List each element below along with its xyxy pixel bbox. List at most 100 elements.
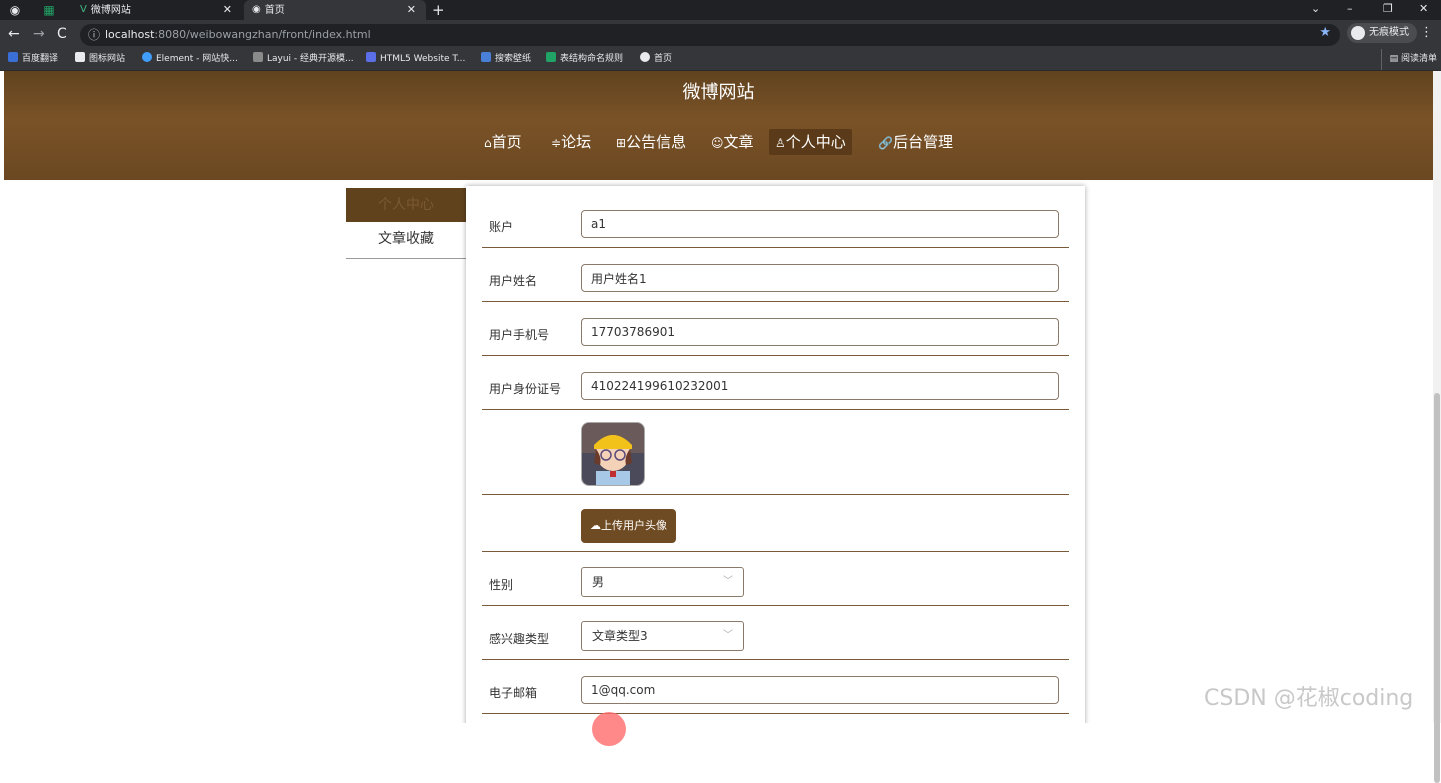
bookmark-item[interactable]: Element - 网站快...: [142, 49, 238, 70]
nav-announcements[interactable]: ⊞公告信息: [610, 129, 692, 155]
info-icon[interactable]: ⓘ: [88, 26, 100, 43]
scrollbar-thumb[interactable]: [1434, 393, 1440, 783]
interest-select[interactable]: 文章类型3 ﹀: [581, 621, 744, 651]
bookmark-label: 百度翻译: [22, 54, 59, 64]
sidebar-item-personal-center[interactable]: 个人中心: [346, 188, 466, 222]
bookmark-label: Element - 网站快...: [156, 54, 238, 64]
gender-select[interactable]: 男 ﹀: [581, 567, 744, 597]
chevron-down-icon: ﹀: [723, 630, 733, 641]
sidebar: 个人中心 文章收藏: [346, 188, 466, 259]
interest-value: 文章类型3: [592, 629, 648, 643]
reload-button[interactable]: C: [57, 25, 67, 43]
sidebar-item-article-favorites[interactable]: 文章收藏: [346, 222, 466, 256]
nav-articles[interactable]: ☺文章: [705, 129, 760, 155]
forward-button[interactable]: →: [33, 25, 45, 43]
globe-icon[interactable]: ◉: [6, 1, 24, 19]
minimize-button[interactable]: –: [1347, 2, 1353, 15]
restore-button[interactable]: ❐: [1383, 2, 1393, 15]
url-text[interactable]: localhost:8080/weibowangzhan/front/index…: [105, 28, 371, 41]
site-header: 微博网站 ⌂首页 ≑论坛 ⊞公告信息 ☺文章 ♙个人中心 🔗后台管理: [4, 71, 1433, 180]
name-label: 用户姓名: [489, 274, 538, 288]
vue-icon: V: [80, 4, 87, 15]
tab-search-icon[interactable]: ⌄: [1311, 2, 1320, 15]
back-button[interactable]: ←: [8, 25, 20, 43]
nav-label: 论坛: [561, 133, 592, 151]
globe-icon: ◉: [252, 4, 261, 15]
tab-weibo[interactable]: V 微博网站 ✕: [72, 0, 242, 20]
upload-avatar-label: 上传用户头像: [601, 519, 667, 532]
email-input[interactable]: [581, 676, 1059, 704]
upload-avatar-button[interactable]: ☁上传用户头像: [581, 509, 676, 543]
nav-label: 首页: [491, 133, 522, 151]
element-icon: [142, 52, 152, 62]
form-row-avatar: [482, 410, 1069, 495]
form-row-email: 电子邮箱: [482, 660, 1069, 714]
wallpaper-icon: [481, 52, 491, 62]
site-title: 微博网站: [682, 82, 755, 103]
tab-home[interactable]: ◉ 首页 ✕: [244, 0, 426, 20]
idcard-input[interactable]: [581, 372, 1059, 400]
new-tab-button[interactable]: +: [432, 0, 445, 20]
window-controls: ⌄ – ❐ ✕: [1311, 0, 1441, 20]
page-scrollbar[interactable]: [1433, 71, 1441, 783]
bookmark-item[interactable]: 首页: [640, 49, 672, 70]
address-bar[interactable]: ⓘ localhost:8080/weibowangzhan/front/ind…: [80, 24, 1340, 46]
incognito-badge[interactable]: 无痕模式: [1347, 23, 1417, 43]
globe-icon: [640, 52, 650, 62]
profile-form: 账户 用户姓名 用户手机号 用户身份证号: [466, 186, 1085, 723]
nav-home[interactable]: ⌂首页: [478, 129, 528, 155]
menu-kebab-icon[interactable]: ⋮: [1420, 25, 1433, 40]
nav-label: 后台管理: [892, 133, 953, 151]
account-label: 账户: [489, 220, 514, 234]
close-tab-icon[interactable]: ✕: [407, 0, 416, 20]
form-row-name: 用户姓名: [482, 248, 1069, 302]
user-icon: ♙: [775, 136, 786, 150]
bookmarks-bar: 百度翻译 图标网站 Element - 网站快... Layui - 经典开源模…: [0, 49, 1441, 71]
browser-toolbar: ← → C ⓘ localhost:8080/weibowangzhan/fro…: [0, 20, 1441, 49]
nav-admin[interactable]: 🔗后台管理: [872, 129, 959, 155]
bookmark-item[interactable]: 搜索壁纸: [481, 49, 531, 70]
watermark: CSDN @花椒coding: [1204, 686, 1414, 711]
home-icon: ⌂: [484, 136, 492, 150]
article-icon: ☺: [711, 136, 724, 150]
bookmark-label: 首页: [654, 54, 673, 64]
name-input[interactable]: [581, 264, 1059, 292]
bookmark-icon: [8, 52, 18, 62]
bookmark-item[interactable]: 表结构命名规则: [546, 49, 623, 70]
flag-icon: [75, 52, 85, 62]
reading-list-button[interactable]: ▤ 阅读清单: [1380, 49, 1437, 70]
html5-icon: [366, 52, 376, 62]
bookmark-item[interactable]: HTML5 Website T...: [366, 49, 465, 70]
form-row-phone: 用户手机号: [482, 302, 1069, 356]
email-label: 电子邮箱: [489, 686, 538, 700]
account-input[interactable]: [581, 210, 1059, 238]
avatar: [581, 422, 645, 486]
close-tab-icon[interactable]: ✕: [223, 0, 232, 20]
cloud-upload-icon: ☁: [590, 519, 601, 532]
sidebar-divider: [346, 258, 466, 259]
bookmark-label: 表结构命名规则: [560, 54, 624, 64]
incognito-icon: [1351, 26, 1365, 40]
bookmark-item[interactable]: 图标网站: [75, 49, 125, 70]
gender-value: 男: [592, 575, 605, 589]
close-window-button[interactable]: ✕: [1419, 2, 1428, 15]
reading-list-label: 阅读清单: [1400, 54, 1437, 64]
url-host: localhost: [105, 28, 155, 41]
bookmark-item[interactable]: Layui - 经典开源模...: [253, 49, 354, 70]
spreadsheet-tab-icon[interactable]: ▦: [40, 1, 58, 19]
announcement-icon: ⊞: [616, 136, 627, 150]
phone-input[interactable]: [581, 318, 1059, 346]
sheet-icon: [546, 52, 556, 62]
bookmark-label: HTML5 Website T...: [380, 54, 466, 64]
form-row-idcard: 用户身份证号: [482, 356, 1069, 410]
nav-label: 个人中心: [785, 133, 846, 151]
chevron-down-icon: ﹀: [723, 576, 733, 587]
phone-label: 用户手机号: [489, 328, 550, 342]
nav-forum[interactable]: ≑论坛: [545, 129, 597, 155]
avatar-image: [582, 423, 644, 485]
bookmark-item[interactable]: 百度翻译: [8, 49, 58, 70]
cursor-highlight: [592, 712, 626, 746]
bookmark-star-icon[interactable]: ★: [1319, 25, 1331, 40]
nav-personal-center[interactable]: ♙个人中心: [769, 129, 852, 155]
gender-label: 性别: [489, 578, 514, 592]
